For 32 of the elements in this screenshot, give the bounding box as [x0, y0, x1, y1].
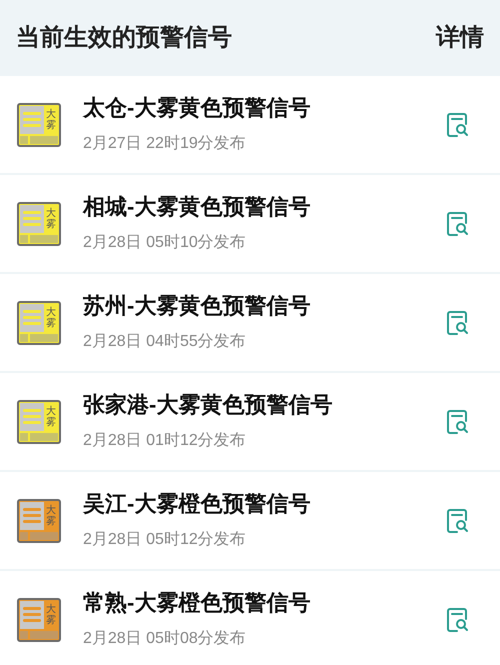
- publish-time: 2月27日 22时19分发布: [83, 134, 247, 154]
- publish-time: 2月28日 05时12分发布: [83, 530, 247, 550]
- document-search-icon[interactable]: [446, 210, 470, 236]
- document-search-icon[interactable]: [446, 112, 470, 138]
- warning-title: 太仓-大雾黄色预警信号: [83, 94, 312, 122]
- warning-title: 常熟-大雾橙色预警信号: [83, 588, 312, 616]
- warning-card[interactable]: 大雾 苏州-大雾黄色预警信号 2月28日 04时55分发布: [0, 274, 500, 371]
- warning-card[interactable]: 大雾 张家港-大雾黄色预警信号 2月28日 01时12分发布: [0, 373, 500, 470]
- warning-card[interactable]: 大雾 太仓-大雾黄色预警信号 2月27日 22时19分发布: [0, 76, 500, 173]
- publish-time: 2月28日 01时12分发布: [83, 430, 247, 450]
- document-search-icon[interactable]: [446, 508, 470, 534]
- section-title: 当前生效的预警信号: [16, 23, 232, 53]
- warning-title: 吴江-大雾橙色预警信号: [83, 490, 312, 518]
- warning-signal-icon: 大雾: [17, 202, 61, 246]
- warning-title: 相城-大雾黄色预警信号: [83, 192, 312, 220]
- warning-card[interactable]: 大雾 常熟-大雾橙色预警信号 2月28日 05时08分发布: [0, 571, 500, 665]
- warning-signal-icon: 大雾: [17, 598, 61, 642]
- publish-time: 2月28日 04时55分发布: [83, 332, 247, 352]
- warning-title: 张家港-大雾黄色预警信号: [83, 390, 334, 418]
- publish-time: 2月28日 05时08分发布: [83, 628, 247, 648]
- document-search-icon[interactable]: [446, 408, 470, 434]
- warning-card[interactable]: 大雾 相城-大雾黄色预警信号 2月28日 05时10分发布: [0, 175, 500, 272]
- warning-title: 苏州-大雾黄色预警信号: [83, 292, 312, 320]
- warning-signal-icon: 大雾: [17, 498, 61, 542]
- document-search-icon[interactable]: [446, 606, 470, 632]
- publish-time: 2月28日 05时10分发布: [83, 232, 247, 252]
- document-search-icon[interactable]: [446, 310, 470, 336]
- warning-signal-icon: 大雾: [17, 102, 61, 146]
- warning-card[interactable]: 大雾 吴江-大雾橙色预警信号 2月28日 05时12分发布: [0, 472, 500, 569]
- warning-signal-icon: 大雾: [17, 400, 61, 444]
- details-link[interactable]: 详情: [436, 20, 484, 56]
- warning-signal-icon: 大雾: [17, 300, 61, 344]
